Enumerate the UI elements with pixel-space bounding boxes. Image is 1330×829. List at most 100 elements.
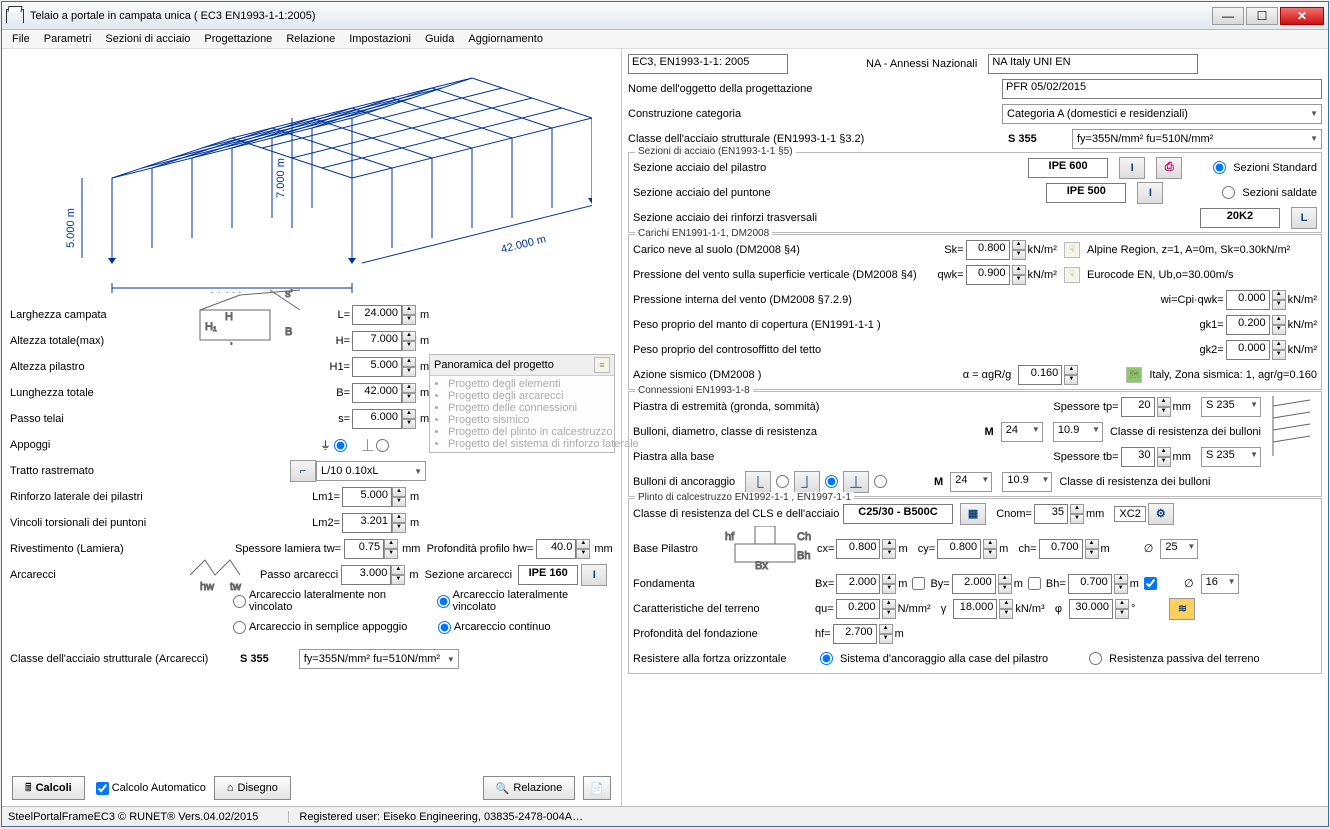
By-input[interactable]: 2.000	[952, 574, 996, 594]
purlin-section-button[interactable]: I	[581, 564, 607, 586]
tb-mat-select[interactable]: S 235	[1201, 447, 1261, 467]
report-button[interactable]: 🔍Relazione	[483, 776, 576, 800]
raf-I-icon[interactable]: I	[1137, 182, 1163, 204]
overview-toggle-icon[interactable]: ≡	[594, 357, 610, 373]
resist-anchor[interactable]	[820, 652, 833, 665]
cnom-input[interactable]: 35	[1034, 504, 1068, 524]
welded-sections[interactable]	[1222, 186, 1235, 199]
wi-input[interactable]: 0.000	[1226, 290, 1270, 310]
svg-text:tw: tw	[230, 581, 241, 593]
pinned-icon: ⏚	[320, 437, 331, 453]
Lm2-input[interactable]: 3.201	[342, 513, 392, 533]
purlin-step-input[interactable]: 3.000	[341, 565, 391, 585]
anch1[interactable]	[776, 475, 789, 488]
Bh-input[interactable]: 0.700	[1068, 574, 1112, 594]
cx-input[interactable]: 0.800	[836, 539, 880, 559]
anch-d-select[interactable]: 24	[950, 472, 992, 492]
bolt-cls-select[interactable]: 10.9	[1053, 422, 1103, 442]
anch3[interactable]	[874, 475, 887, 488]
steel-class-select[interactable]: fy=355N/mm² fu=510N/mm²	[1072, 129, 1322, 149]
project-name-input[interactable]: PFR 05/02/2015	[1002, 79, 1322, 99]
calc-button[interactable]: 🖩Calcoli	[12, 776, 85, 800]
resist-passive[interactable]	[1089, 652, 1102, 665]
Bx-lock[interactable]	[912, 577, 925, 590]
haunch-select[interactable]: L/10 0.10xL	[316, 461, 426, 481]
menu-file[interactable]: File	[12, 33, 30, 45]
snow-hand-icon[interactable]: ☟	[1064, 242, 1080, 258]
support-fixed[interactable]	[376, 439, 389, 452]
gk2-input[interactable]: 0.000	[1226, 340, 1270, 360]
phi-input[interactable]: 30.000	[1069, 599, 1113, 619]
H-input[interactable]: 7.000	[352, 331, 402, 351]
anch-type1-icon: ⎿	[745, 471, 771, 493]
purlin-simple[interactable]	[233, 621, 246, 634]
Bh-lock[interactable]	[1144, 577, 1157, 590]
draw-button[interactable]: ⌂Disegno	[214, 776, 291, 800]
rafter-section[interactable]: IPE 500	[1046, 183, 1126, 203]
auto-calc-check[interactable]: Calcolo Automatico	[93, 782, 206, 795]
purlin-continuous[interactable]	[438, 621, 451, 634]
tp-mat-select[interactable]: S 235	[1201, 397, 1261, 417]
alpha-input[interactable]: 0.160	[1018, 365, 1062, 385]
menu-sections[interactable]: Sezioni di acciaio	[105, 33, 190, 45]
brac-L-icon[interactable]: L	[1291, 207, 1317, 229]
exp-icon[interactable]: ⚙	[1148, 503, 1174, 525]
close-button[interactable]: ✕	[1280, 7, 1324, 25]
L-spin[interactable]: ▲▼	[402, 305, 416, 325]
support-pinned[interactable]	[334, 439, 347, 452]
wind-hand-icon[interactable]: ☟	[1064, 267, 1080, 283]
rebar2-select[interactable]: 16	[1201, 574, 1239, 594]
code-field[interactable]: EC3, EN1993-1-1: 2005	[628, 54, 788, 74]
rebar1-select[interactable]: 25	[1160, 539, 1198, 559]
menu-settings[interactable]: Impostazioni	[349, 33, 411, 45]
bolt-d-select[interactable]: 24	[1001, 422, 1043, 442]
tw-input[interactable]: 0.75	[344, 539, 384, 559]
anch2[interactable]	[825, 475, 838, 488]
soil-button[interactable]: ≋	[1169, 598, 1195, 620]
L-input[interactable]: 24.000	[352, 305, 402, 325]
gk1-input[interactable]: 0.200	[1226, 315, 1270, 335]
max-button[interactable]: ☐	[1246, 7, 1278, 25]
seismic-map-icon[interactable]: 🗺	[1126, 367, 1142, 383]
purlin-section[interactable]: IPE 160	[518, 565, 578, 585]
H1-input[interactable]: 5.000	[352, 357, 402, 377]
export-button[interactable]: 📄	[583, 776, 611, 800]
col-I-icon[interactable]: I	[1119, 157, 1145, 179]
col-copy-icon[interactable]: ⎙	[1156, 157, 1182, 179]
min-button[interactable]: —	[1212, 7, 1244, 25]
menu-report[interactable]: Relazione	[286, 33, 335, 45]
menu-update[interactable]: Aggiornamento	[468, 33, 543, 45]
menu-design[interactable]: Progettazione	[204, 33, 272, 45]
purlin-restrained[interactable]	[437, 595, 450, 608]
hf-input[interactable]: 2.700	[833, 624, 877, 644]
s-input[interactable]: 6.000	[352, 409, 402, 429]
tp-input[interactable]: 20	[1121, 397, 1155, 417]
Sk-input[interactable]: 0.800	[966, 240, 1010, 260]
ch-input[interactable]: 0.700	[1039, 539, 1083, 559]
na-field[interactable]: NA Italy UNI EN	[988, 54, 1198, 74]
gamma-input[interactable]: 18.000	[953, 599, 997, 619]
Bx-input[interactable]: 2.000	[836, 574, 880, 594]
bracing-section[interactable]: 20K2	[1200, 208, 1280, 228]
column-section[interactable]: IPE 600	[1028, 158, 1108, 178]
menu-help[interactable]: Guida	[425, 33, 454, 45]
cy-input[interactable]: 0.800	[937, 539, 981, 559]
anch-cls-select[interactable]: 10.9	[1002, 472, 1052, 492]
purlin-unrestrained[interactable]	[233, 595, 246, 608]
Lm1-input[interactable]: 5.000	[342, 487, 392, 507]
qwk-input[interactable]: 0.900	[966, 265, 1010, 285]
purlin-steel-select[interactable]: fy=355N/mm² fu=510N/mm²	[299, 649, 459, 669]
svg-text:B: B	[285, 326, 292, 338]
std-sections[interactable]	[1213, 161, 1226, 174]
menu-param[interactable]: Parametri	[44, 33, 92, 45]
tb-input[interactable]: 30	[1121, 447, 1155, 467]
anch-type3-icon: ⏊	[843, 471, 869, 493]
anch-type2-icon: ⏌	[794, 471, 820, 493]
conc-icon[interactable]: ▦	[960, 503, 986, 525]
B-input[interactable]: 42.000	[352, 383, 402, 403]
concrete-class[interactable]: C25/30 - B500C	[843, 504, 953, 524]
By-lock[interactable]	[1028, 577, 1041, 590]
qu-input[interactable]: 0.200	[836, 599, 880, 619]
hw-input[interactable]: 40.0	[536, 539, 576, 559]
category-select[interactable]: Categoria A (domestici e residenziali)	[1002, 104, 1322, 124]
